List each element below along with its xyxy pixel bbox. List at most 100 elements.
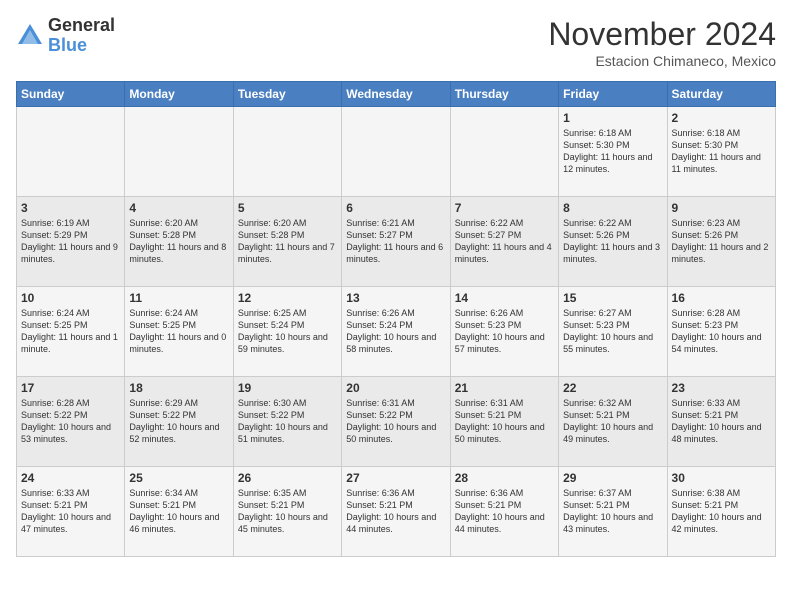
calendar-week-4: 17 Sunrise: 6:28 AM Sunset: 5:22 PM Dayli… (17, 377, 776, 467)
day-info: Sunrise: 6:37 AM Sunset: 5:21 PM Dayligh… (563, 487, 662, 536)
calendar-week-2: 3 Sunrise: 6:19 AM Sunset: 5:29 PM Daylig… (17, 197, 776, 287)
day-number: 2 (672, 111, 771, 125)
header-wednesday: Wednesday (342, 82, 450, 107)
logo-general-text: General (48, 16, 115, 36)
day-info: Sunrise: 6:18 AM Sunset: 5:30 PM Dayligh… (563, 127, 662, 176)
logo-icon (16, 22, 44, 50)
day-number: 22 (563, 381, 662, 395)
calendar-week-1: 1 Sunrise: 6:18 AM Sunset: 5:30 PM Daylig… (17, 107, 776, 197)
calendar-cell: 8 Sunrise: 6:22 AM Sunset: 5:26 PM Daylig… (559, 197, 667, 287)
day-info: Sunrise: 6:31 AM Sunset: 5:21 PM Dayligh… (455, 397, 554, 446)
header-thursday: Thursday (450, 82, 558, 107)
calendar-cell: 19 Sunrise: 6:30 AM Sunset: 5:22 PM Dayli… (233, 377, 341, 467)
day-info: Sunrise: 6:22 AM Sunset: 5:27 PM Dayligh… (455, 217, 554, 266)
logo-blue-text: Blue (48, 36, 115, 56)
day-number: 25 (129, 471, 228, 485)
day-number: 27 (346, 471, 445, 485)
day-number: 20 (346, 381, 445, 395)
day-info: Sunrise: 6:36 AM Sunset: 5:21 PM Dayligh… (455, 487, 554, 536)
calendar-cell: 13 Sunrise: 6:26 AM Sunset: 5:24 PM Dayli… (342, 287, 450, 377)
calendar-cell: 21 Sunrise: 6:31 AM Sunset: 5:21 PM Dayli… (450, 377, 558, 467)
day-info: Sunrise: 6:22 AM Sunset: 5:26 PM Dayligh… (563, 217, 662, 266)
logo: General Blue (16, 16, 115, 56)
day-info: Sunrise: 6:23 AM Sunset: 5:26 PM Dayligh… (672, 217, 771, 266)
calendar-cell: 15Sunrise: 6:27 AM Sunset: 5:23 PM Dayli… (559, 287, 667, 377)
calendar-cell: 6Sunrise: 6:21 AM Sunset: 5:27 PM Daylig… (342, 197, 450, 287)
calendar-cell: 9 Sunrise: 6:23 AM Sunset: 5:26 PM Daylig… (667, 197, 775, 287)
calendar-cell (342, 107, 450, 197)
calendar-cell: 28 Sunrise: 6:36 AM Sunset: 5:21 PM Dayli… (450, 467, 558, 557)
calendar-cell: 17 Sunrise: 6:28 AM Sunset: 5:22 PM Dayli… (17, 377, 125, 467)
header-sunday: Sunday (17, 82, 125, 107)
calendar-cell: 24Sunrise: 6:33 AM Sunset: 5:21 PM Dayli… (17, 467, 125, 557)
calendar-cell: 14 Sunrise: 6:26 AM Sunset: 5:23 PM Dayli… (450, 287, 558, 377)
day-info: Sunrise: 6:34 AM Sunset: 5:21 PM Dayligh… (129, 487, 228, 536)
day-number: 6 (346, 201, 445, 215)
day-number: 23 (672, 381, 771, 395)
calendar-cell: 4 Sunrise: 6:20 AM Sunset: 5:28 PM Daylig… (125, 197, 233, 287)
calendar-cell: 29Sunrise: 6:37 AM Sunset: 5:21 PM Dayli… (559, 467, 667, 557)
day-number: 1 (563, 111, 662, 125)
day-info: Sunrise: 6:28 AM Sunset: 5:22 PM Dayligh… (21, 397, 120, 446)
calendar-cell: 27 Sunrise: 6:36 AM Sunset: 5:21 PM Dayli… (342, 467, 450, 557)
calendar-cell: 20 Sunrise: 6:31 AM Sunset: 5:22 PM Dayli… (342, 377, 450, 467)
calendar-week-3: 10Sunrise: 6:24 AM Sunset: 5:25 PM Dayli… (17, 287, 776, 377)
day-number: 8 (563, 201, 662, 215)
calendar-cell: 10Sunrise: 6:24 AM Sunset: 5:25 PM Dayli… (17, 287, 125, 377)
calendar-cell: 1 Sunrise: 6:18 AM Sunset: 5:30 PM Daylig… (559, 107, 667, 197)
day-number: 26 (238, 471, 337, 485)
calendar-cell: 30 Sunrise: 6:38 AM Sunset: 5:21 PM Dayli… (667, 467, 775, 557)
calendar-cell: 18Sunrise: 6:29 AM Sunset: 5:22 PM Dayli… (125, 377, 233, 467)
header-tuesday: Tuesday (233, 82, 341, 107)
day-number: 14 (455, 291, 554, 305)
day-number: 21 (455, 381, 554, 395)
calendar-cell: 26 Sunrise: 6:35 AM Sunset: 5:21 PM Dayli… (233, 467, 341, 557)
day-info: Sunrise: 6:20 AM Sunset: 5:28 PM Dayligh… (238, 217, 337, 266)
day-info: Sunrise: 6:36 AM Sunset: 5:21 PM Dayligh… (346, 487, 445, 536)
calendar-cell: 5 Sunrise: 6:20 AM Sunset: 5:28 PM Daylig… (233, 197, 341, 287)
day-number: 9 (672, 201, 771, 215)
day-info: Sunrise: 6:29 AM Sunset: 5:22 PM Dayligh… (129, 397, 228, 446)
calendar-cell: 2Sunrise: 6:18 AM Sunset: 5:30 PM Daylig… (667, 107, 775, 197)
day-info: Sunrise: 6:30 AM Sunset: 5:22 PM Dayligh… (238, 397, 337, 446)
header-friday: Friday (559, 82, 667, 107)
day-info: Sunrise: 6:38 AM Sunset: 5:21 PM Dayligh… (672, 487, 771, 536)
calendar-cell: 3 Sunrise: 6:19 AM Sunset: 5:29 PM Daylig… (17, 197, 125, 287)
calendar-cell: 25 Sunrise: 6:34 AM Sunset: 5:21 PM Dayli… (125, 467, 233, 557)
day-info: Sunrise: 6:20 AM Sunset: 5:28 PM Dayligh… (129, 217, 228, 266)
header-saturday: Saturday (667, 82, 775, 107)
calendar-cell (233, 107, 341, 197)
day-info: Sunrise: 6:24 AM Sunset: 5:25 PM Dayligh… (21, 307, 120, 356)
header-row: SundayMondayTuesdayWednesdayThursdayFrid… (17, 82, 776, 107)
day-number: 28 (455, 471, 554, 485)
calendar-week-5: 24Sunrise: 6:33 AM Sunset: 5:21 PM Dayli… (17, 467, 776, 557)
day-number: 4 (129, 201, 228, 215)
calendar-table: SundayMondayTuesdayWednesdayThursdayFrid… (16, 81, 776, 557)
calendar-cell: 16Sunrise: 6:28 AM Sunset: 5:23 PM Dayli… (667, 287, 775, 377)
calendar-cell: 7Sunrise: 6:22 AM Sunset: 5:27 PM Daylig… (450, 197, 558, 287)
day-number: 13 (346, 291, 445, 305)
day-number: 19 (238, 381, 337, 395)
day-number: 15 (563, 291, 662, 305)
day-number: 11 (129, 291, 228, 305)
day-number: 5 (238, 201, 337, 215)
title-block: November 2024 Estacion Chimaneco, Mexico (548, 16, 776, 69)
day-info: Sunrise: 6:26 AM Sunset: 5:23 PM Dayligh… (455, 307, 554, 356)
day-info: Sunrise: 6:35 AM Sunset: 5:21 PM Dayligh… (238, 487, 337, 536)
day-number: 24 (21, 471, 120, 485)
day-info: Sunrise: 6:32 AM Sunset: 5:21 PM Dayligh… (563, 397, 662, 446)
calendar-cell (125, 107, 233, 197)
calendar-cell: 23 Sunrise: 6:33 AM Sunset: 5:21 PM Dayli… (667, 377, 775, 467)
day-number: 12 (238, 291, 337, 305)
day-info: Sunrise: 6:26 AM Sunset: 5:24 PM Dayligh… (346, 307, 445, 356)
day-info: Sunrise: 6:31 AM Sunset: 5:22 PM Dayligh… (346, 397, 445, 446)
calendar-cell: 11Sunrise: 6:24 AM Sunset: 5:25 PM Dayli… (125, 287, 233, 377)
day-info: Sunrise: 6:25 AM Sunset: 5:24 PM Dayligh… (238, 307, 337, 356)
day-number: 3 (21, 201, 120, 215)
day-number: 17 (21, 381, 120, 395)
day-number: 30 (672, 471, 771, 485)
day-number: 16 (672, 291, 771, 305)
day-info: Sunrise: 6:19 AM Sunset: 5:29 PM Dayligh… (21, 217, 120, 266)
calendar-cell: 12 Sunrise: 6:25 AM Sunset: 5:24 PM Dayli… (233, 287, 341, 377)
day-info: Sunrise: 6:33 AM Sunset: 5:21 PM Dayligh… (672, 397, 771, 446)
